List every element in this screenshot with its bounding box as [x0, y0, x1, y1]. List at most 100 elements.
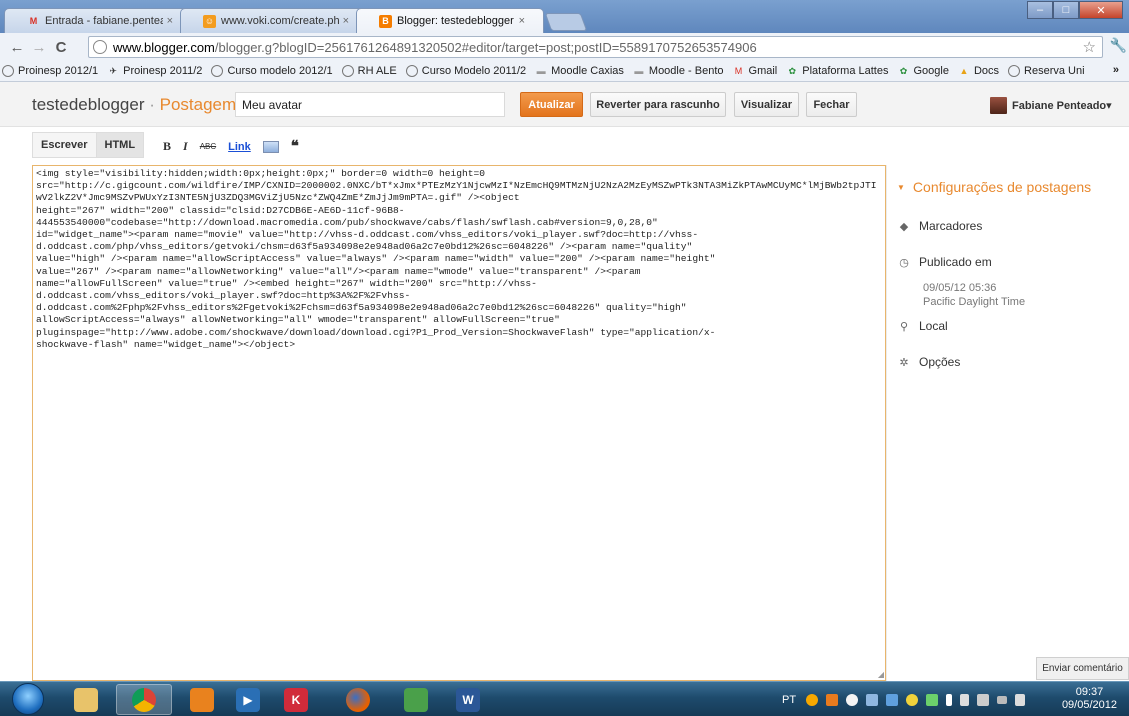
bookmark-item[interactable]: ▬ Moodle Caxias [535, 65, 624, 77]
tag-icon: ◆ [899, 220, 909, 233]
taskbar-app-5[interactable]: K [268, 684, 324, 715]
clock-time: 09:37 [1075, 686, 1104, 698]
start-button[interactable] [12, 683, 44, 715]
taskbar-messenger[interactable] [388, 684, 444, 715]
close-button[interactable]: Fechar [806, 92, 857, 117]
tab-voki[interactable]: ☺ www.voki.com/create.php × [180, 8, 368, 33]
bookmark-label: Moodle - Bento [648, 65, 724, 77]
editor-mode-tabs: Escrever HTML [32, 132, 145, 158]
strikethrough-icon[interactable]: ABC [200, 142, 216, 151]
bookmark-item[interactable]: ✿ Plataforma Lattes [786, 65, 888, 77]
bookmark-label: Curso modelo 2012/1 [227, 65, 333, 77]
tray-icon[interactable] [926, 693, 939, 706]
bookmark-item[interactable]: RH ALE [341, 65, 397, 77]
tray-icon[interactable] [826, 693, 839, 706]
people-icon [404, 687, 428, 712]
taskbar-chrome[interactable] [116, 684, 172, 715]
bookmark-item[interactable]: Proinesp 2012/1 [2, 65, 98, 77]
sidebar-item-location[interactable]: ⚲ Local [897, 319, 948, 333]
bookmark-item[interactable]: Reserva Uni [1008, 65, 1085, 77]
resize-handle-icon[interactable]: ◢ [878, 670, 884, 679]
quote-icon[interactable]: ❝ [291, 137, 299, 156]
bookmark-item[interactable]: ▬ Moodle - Bento [633, 65, 724, 77]
globe-icon [405, 65, 418, 77]
flag-icon[interactable] [960, 693, 970, 706]
taskbar-explorer[interactable] [58, 684, 114, 715]
editor-toolbar: Escrever HTML B I ABC Link ❝ [0, 127, 1129, 165]
sidebar-item-labels[interactable]: ◆ Marcadores [897, 219, 983, 233]
tray-icon[interactable] [806, 693, 819, 706]
media-icon: ▶ [236, 687, 260, 712]
bookmark-item[interactable]: ✈ Proinesp 2011/2 [107, 65, 202, 77]
bookmarks-overflow-button[interactable]: » [1113, 64, 1119, 76]
window-close-button[interactable]: ✕ [1079, 1, 1123, 19]
tab-html[interactable]: HTML [95, 133, 144, 157]
labels-label: Marcadores [919, 219, 983, 233]
language-indicator[interactable]: PT [782, 694, 796, 706]
globe-icon [93, 40, 107, 54]
html-editor-textarea[interactable]: <img style="visibility:hidden;width:0px;… [32, 165, 886, 681]
revert-to-draft-button[interactable]: Reverter para rascunho [590, 92, 726, 117]
tray-icon[interactable] [846, 693, 859, 706]
tab-title: Blogger: testedeblogger - E [397, 15, 515, 27]
bookmark-label: Google [913, 65, 949, 77]
bluetooth-icon[interactable] [946, 693, 953, 706]
sidebar-item-options[interactable]: ✲ Opções [897, 355, 960, 369]
tray-icon[interactable] [906, 693, 919, 706]
reload-icon[interactable]: C [50, 36, 72, 58]
post-settings-header[interactable]: ▼ Configurações de postagens [897, 179, 1091, 195]
k-app-icon: K [284, 687, 308, 712]
bold-icon[interactable]: B [163, 139, 171, 154]
tab-blogger[interactable]: B Blogger: testedeblogger - E × [356, 8, 544, 33]
bookmark-label: Plataforma Lattes [802, 65, 889, 77]
bookmark-item[interactable]: M Gmail [733, 65, 778, 77]
tab-compose[interactable]: Escrever [33, 133, 96, 157]
bookmark-label: Proinesp 2011/2 [123, 65, 203, 77]
close-icon[interactable]: × [343, 15, 349, 27]
taskbar-word[interactable]: W [440, 684, 496, 715]
word-icon: W [456, 687, 480, 712]
location-label: Local [919, 319, 948, 333]
post-title-input[interactable]: Meu avatar [235, 92, 505, 117]
tab-gmail[interactable]: M Entrada - fabiane.penteado × [4, 8, 192, 33]
image-icon[interactable] [262, 140, 279, 153]
new-tab-button[interactable] [544, 13, 588, 31]
close-icon[interactable]: × [519, 15, 525, 27]
bookmark-item[interactable]: ▲ Docs [958, 65, 999, 77]
close-icon[interactable]: × [167, 15, 173, 27]
gear-icon: ✲ [899, 356, 909, 369]
address-bar[interactable]: www.blogger.com/blogger.g?blogID=2561761… [88, 36, 1103, 58]
bookmark-label: Curso Modelo 2011/2 [421, 65, 527, 77]
volume-icon[interactable] [1015, 693, 1026, 706]
maximize-button[interactable]: □ [1053, 1, 1079, 19]
network-icon[interactable] [977, 693, 990, 706]
taskbar-clock[interactable]: 09:37 09/05/2012 [1062, 686, 1117, 712]
window-controls: – □ ✕ [1027, 1, 1123, 19]
signal-icon[interactable] [997, 695, 1008, 704]
bookmark-item[interactable]: Curso Modelo 2011/2 [405, 65, 527, 77]
blog-name[interactable]: testedeblogger [32, 95, 144, 114]
minimize-button[interactable]: – [1027, 1, 1053, 19]
wrench-icon[interactable]: 🔧 [1110, 37, 1127, 54]
taskbar-firefox[interactable] [330, 684, 386, 715]
update-button[interactable]: Atualizar [520, 92, 583, 117]
bookmark-item[interactable]: ✿ Google [897, 65, 949, 77]
post-settings-sidebar: ▼ Configurações de postagens ◆ Marcadore… [886, 165, 1129, 681]
blogger-header: testedeblogger · Postagem Meu avatar Atu… [0, 82, 1129, 127]
lattes-icon: ✿ [788, 65, 797, 76]
italic-icon[interactable]: I [183, 139, 188, 154]
sidebar-item-published[interactable]: ◷ Publicado em [897, 255, 992, 269]
moodle-icon: ▬ [634, 66, 644, 76]
forward-icon[interactable]: → [28, 36, 50, 58]
bookmark-label: Gmail [748, 65, 778, 77]
send-comment-button[interactable]: Enviar comentário [1036, 657, 1129, 680]
tray-icon[interactable] [886, 693, 899, 706]
star-icon[interactable]: ☆ [1083, 38, 1096, 56]
preview-button[interactable]: Visualizar [734, 92, 799, 117]
link-button[interactable]: Link [228, 141, 251, 153]
format-tools: B I ABC Link ❝ [163, 137, 311, 156]
bookmark-item[interactable]: Curso modelo 2012/1 [211, 65, 333, 77]
tray-icon[interactable] [866, 693, 879, 706]
user-menu[interactable]: Fabiane Penteado▾ [990, 97, 1112, 114]
back-icon[interactable]: ← [6, 36, 28, 58]
